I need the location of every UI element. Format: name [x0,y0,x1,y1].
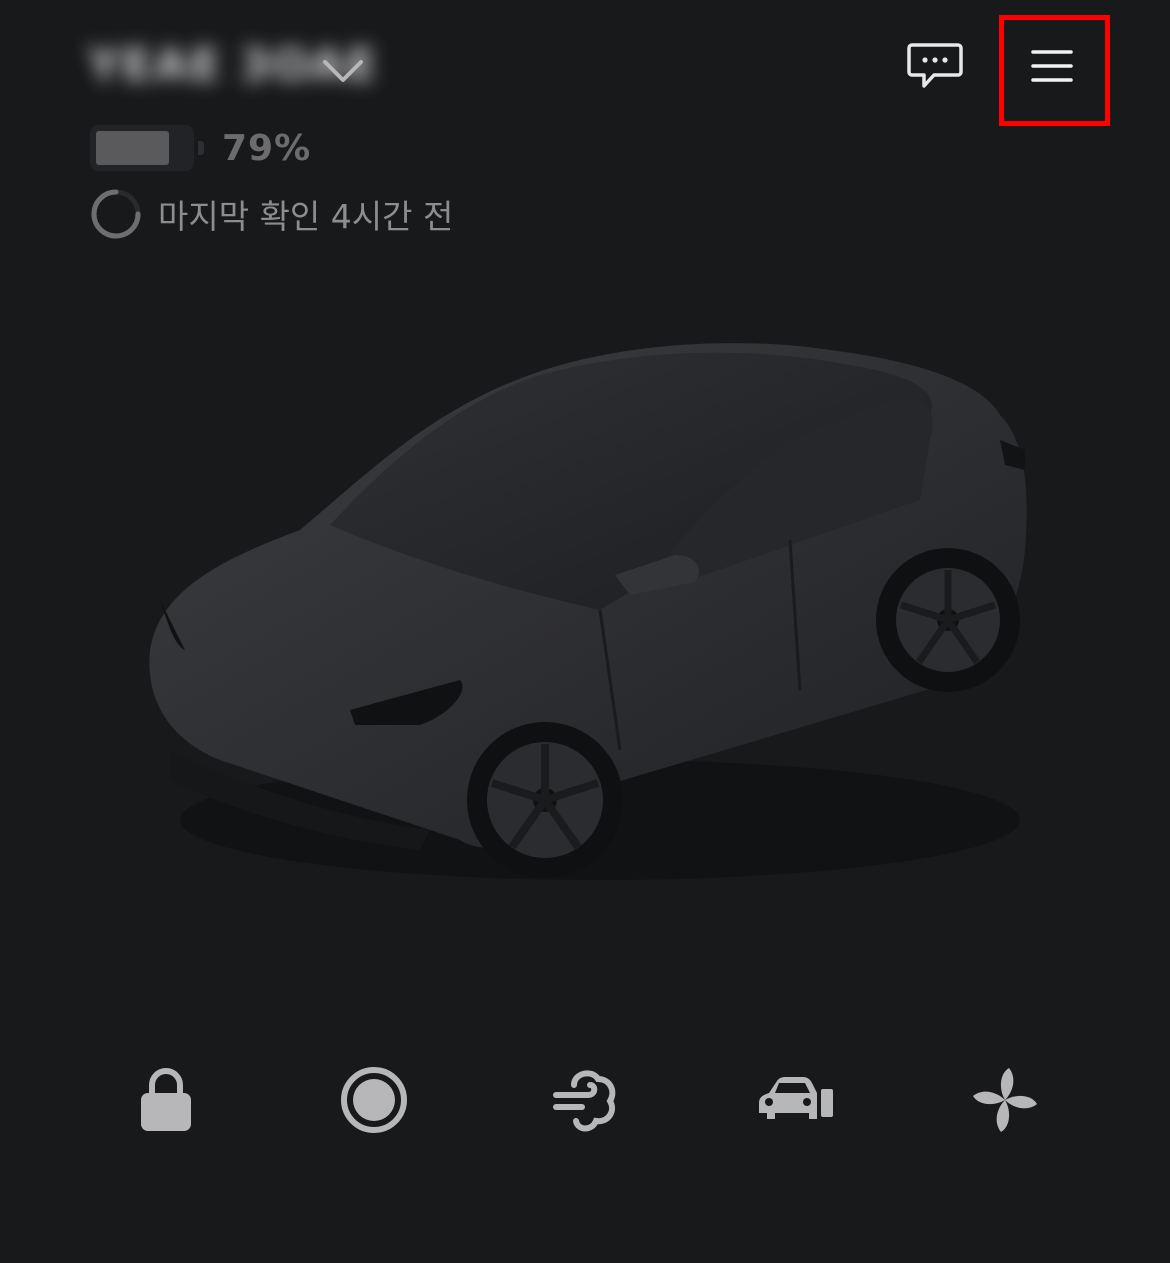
battery-icon [90,125,194,171]
quick-controls-bar [0,1050,1170,1150]
battery-percent: 79% [222,127,312,169]
defrost-air-icon [553,1070,616,1132]
car-trunk-icon [759,1077,833,1119]
last-seen-text: 마지막 확인 4시간 전 [158,197,454,236]
chat-bubble-icon[interactable] [906,42,964,90]
sentry-button[interactable] [324,1050,424,1150]
hamburger-menu-icon[interactable] [1030,48,1074,84]
app-screen: YEAE 3OAE 79% 마지막 확인 4시간 전 [0,0,1170,1263]
battery-fill [96,131,169,165]
car-image [149,343,1027,880]
lock-icon [141,1068,191,1131]
fan-icon [973,1068,1037,1132]
chevron-down-icon[interactable] [322,56,364,86]
loading-spinner-icon [91,189,141,239]
battery-status: 79% [90,124,311,172]
climate-button[interactable] [537,1050,637,1150]
battery-tip [198,141,204,155]
fan-button[interactable] [955,1050,1055,1150]
lock-button[interactable] [116,1050,216,1150]
last-seen-status: 마지막 확인 4시간 전 [88,186,453,242]
record-icon [341,1067,407,1133]
frunk-button[interactable] [745,1050,845,1150]
